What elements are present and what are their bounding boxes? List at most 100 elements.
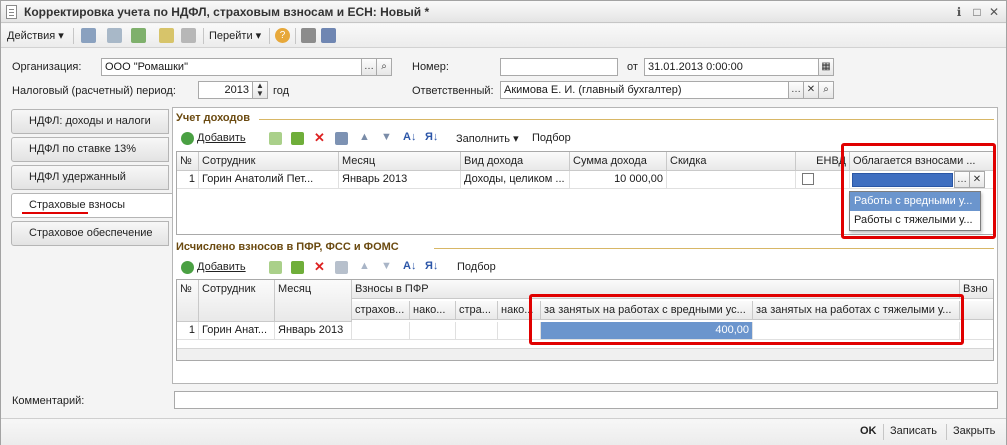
col-header-income-sum[interactable]: Сумма дохода [570,152,667,171]
edit-icon[interactable] [291,261,304,274]
col-header-c3[interactable]: стра... [456,301,498,320]
delete-icon[interactable]: ✕ [314,130,325,146]
move-down-icon[interactable]: ▼ [381,260,392,272]
cell-c2[interactable] [410,322,456,340]
contrib-add-button[interactable]: Добавить [197,261,246,273]
tab-ndfl-income[interactable]: НДФЛ: доходы и налоги [11,109,169,134]
envd-checkbox[interactable] [802,173,814,185]
sort-asc-icon[interactable]: A↓ [403,260,416,272]
cell-n[interactable]: 1 [177,322,199,340]
col-header-extra-sub[interactable] [960,301,993,320]
col-header-month[interactable]: Месяц [339,152,461,171]
calendar-icon[interactable]: ▦ [818,58,834,76]
org-search-icon[interactable]: ⌕ [376,58,392,76]
title-bar: Корректировка учета по НДФЛ, страховым в… [1,1,1006,23]
copy-row-icon[interactable] [269,261,282,274]
goto-menu[interactable]: Перейти ▾ [209,29,261,42]
tab-label: Страховые взносы [29,199,125,211]
income-section-title: Учет доходов [176,112,250,124]
cell-c3[interactable] [456,322,498,340]
journal-icon[interactable] [301,28,316,43]
clear-icon[interactable]: ✕ [803,81,819,99]
document-icon [6,5,17,19]
cell-employee[interactable]: Горин Анатолий Пет... [199,171,339,189]
income-add-button[interactable]: Добавить [197,132,246,144]
tab-ndfl-withheld[interactable]: НДФЛ удержанный [11,165,169,190]
actions-menu[interactable]: Действия ▾ [7,29,64,42]
fill-menu[interactable]: Заполнить ▾ [456,132,519,145]
end-edit-icon[interactable] [335,261,348,274]
responsible-label: Ответственный: [412,85,494,97]
sort-desc-icon[interactable]: Я↓ [425,260,438,272]
cell-extra[interactable] [960,322,993,340]
period-stepper[interactable]: ▲ ▼ [252,81,268,99]
cell-month[interactable]: Январь 2013 [339,171,461,189]
number-label: Номер: [412,61,449,73]
horizontal-scrollbar[interactable] [177,348,993,360]
add-icon[interactable] [181,261,194,274]
org-field[interactable]: ООО "Ромашки" [101,58,362,76]
col-header-employee[interactable]: Сотрудник [199,280,275,322]
cell-employee[interactable]: Горин Анат... [199,322,275,340]
move-down-icon[interactable]: ▼ [381,131,392,143]
col-header-n[interactable]: № [177,280,199,322]
tab-label: НДФЛ по ставке 13% [29,143,137,155]
tab-label: НДФЛ: доходы и налоги [29,115,151,127]
col-header-c1[interactable]: страхов... [352,301,410,320]
move-up-icon[interactable]: ▲ [359,260,370,272]
section-divider [434,248,994,249]
close-icon[interactable]: ✕ [986,4,1002,20]
structure-icon[interactable] [321,28,336,43]
add-icon[interactable] [181,132,194,145]
income-select-button[interactable]: Подбор [532,132,571,144]
tab-insurance[interactable]: Страховые взносы [11,193,173,218]
cell-n[interactable]: 1 [177,171,199,189]
cell-discount[interactable] [667,171,796,189]
number-field[interactable] [500,58,618,76]
cell-month[interactable]: Январь 2013 [275,322,352,340]
tab-ndfl-13[interactable]: НДФЛ по ставке 13% [11,137,169,162]
ok-button[interactable]: OK [860,425,877,437]
col-header-employee[interactable]: Сотрудник [199,152,339,171]
date-field[interactable]: 31.01.2013 0:00:00 [644,58,819,76]
main-toolbar: Действия ▾ Перейти ▾ ? [1,24,1006,48]
responsible-field[interactable]: Акимова Е. И. (главный бухгалтер) [500,81,789,99]
cell-income-type[interactable]: Доходы, целиком ... [461,171,570,189]
copy-icon[interactable] [159,28,174,43]
delete-icon[interactable]: ✕ [314,259,325,275]
sort-desc-icon[interactable]: Я↓ [425,131,438,143]
date-from-label: от [627,61,638,73]
contrib-select-button[interactable]: Подбор [457,261,496,273]
end-edit-icon[interactable] [335,132,348,145]
help-icon[interactable]: ? [275,28,290,43]
window-title: Корректировка учета по НДФЛ, страховым в… [24,5,430,19]
tab-insurance-benefits[interactable]: Страховое обеспечение [11,221,169,246]
close-button[interactable]: Закрыть [953,425,995,437]
save-icon[interactable] [107,28,122,43]
copy-row-icon[interactable] [269,132,282,145]
edit-icon[interactable] [291,132,304,145]
org-select-button[interactable]: … [361,58,377,76]
period-field[interactable]: 2013 [198,81,253,99]
col-header-extra[interactable]: Взно [960,280,993,299]
cell-income-sum[interactable]: 10 000,00 [570,171,667,189]
comment-field[interactable] [174,391,998,409]
save-button[interactable]: Записать [890,425,937,437]
org-label: Организация: [12,61,82,73]
refresh-icon[interactable] [131,28,146,43]
col-header-n[interactable]: № [177,152,199,171]
move-up-icon[interactable]: ▲ [359,131,370,143]
responsible-search-icon[interactable]: ⌕ [818,81,834,99]
col-header-discount[interactable]: Скидка [667,152,796,171]
cell-c1[interactable] [352,322,410,340]
sort-asc-icon[interactable]: A↓ [403,131,416,143]
col-header-month[interactable]: Месяц [275,280,352,322]
post-icon[interactable] [81,28,96,43]
period-label: Налоговый (расчетный) период: [12,85,176,97]
info-icon[interactable]: ℹ [951,4,967,20]
maximize-icon[interactable]: □ [969,4,985,20]
col-header-c2[interactable]: нако... [410,301,456,320]
print-icon[interactable] [181,28,196,43]
col-header-income-type[interactable]: Вид дохода [461,152,570,171]
responsible-select-button[interactable]: … [788,81,804,99]
